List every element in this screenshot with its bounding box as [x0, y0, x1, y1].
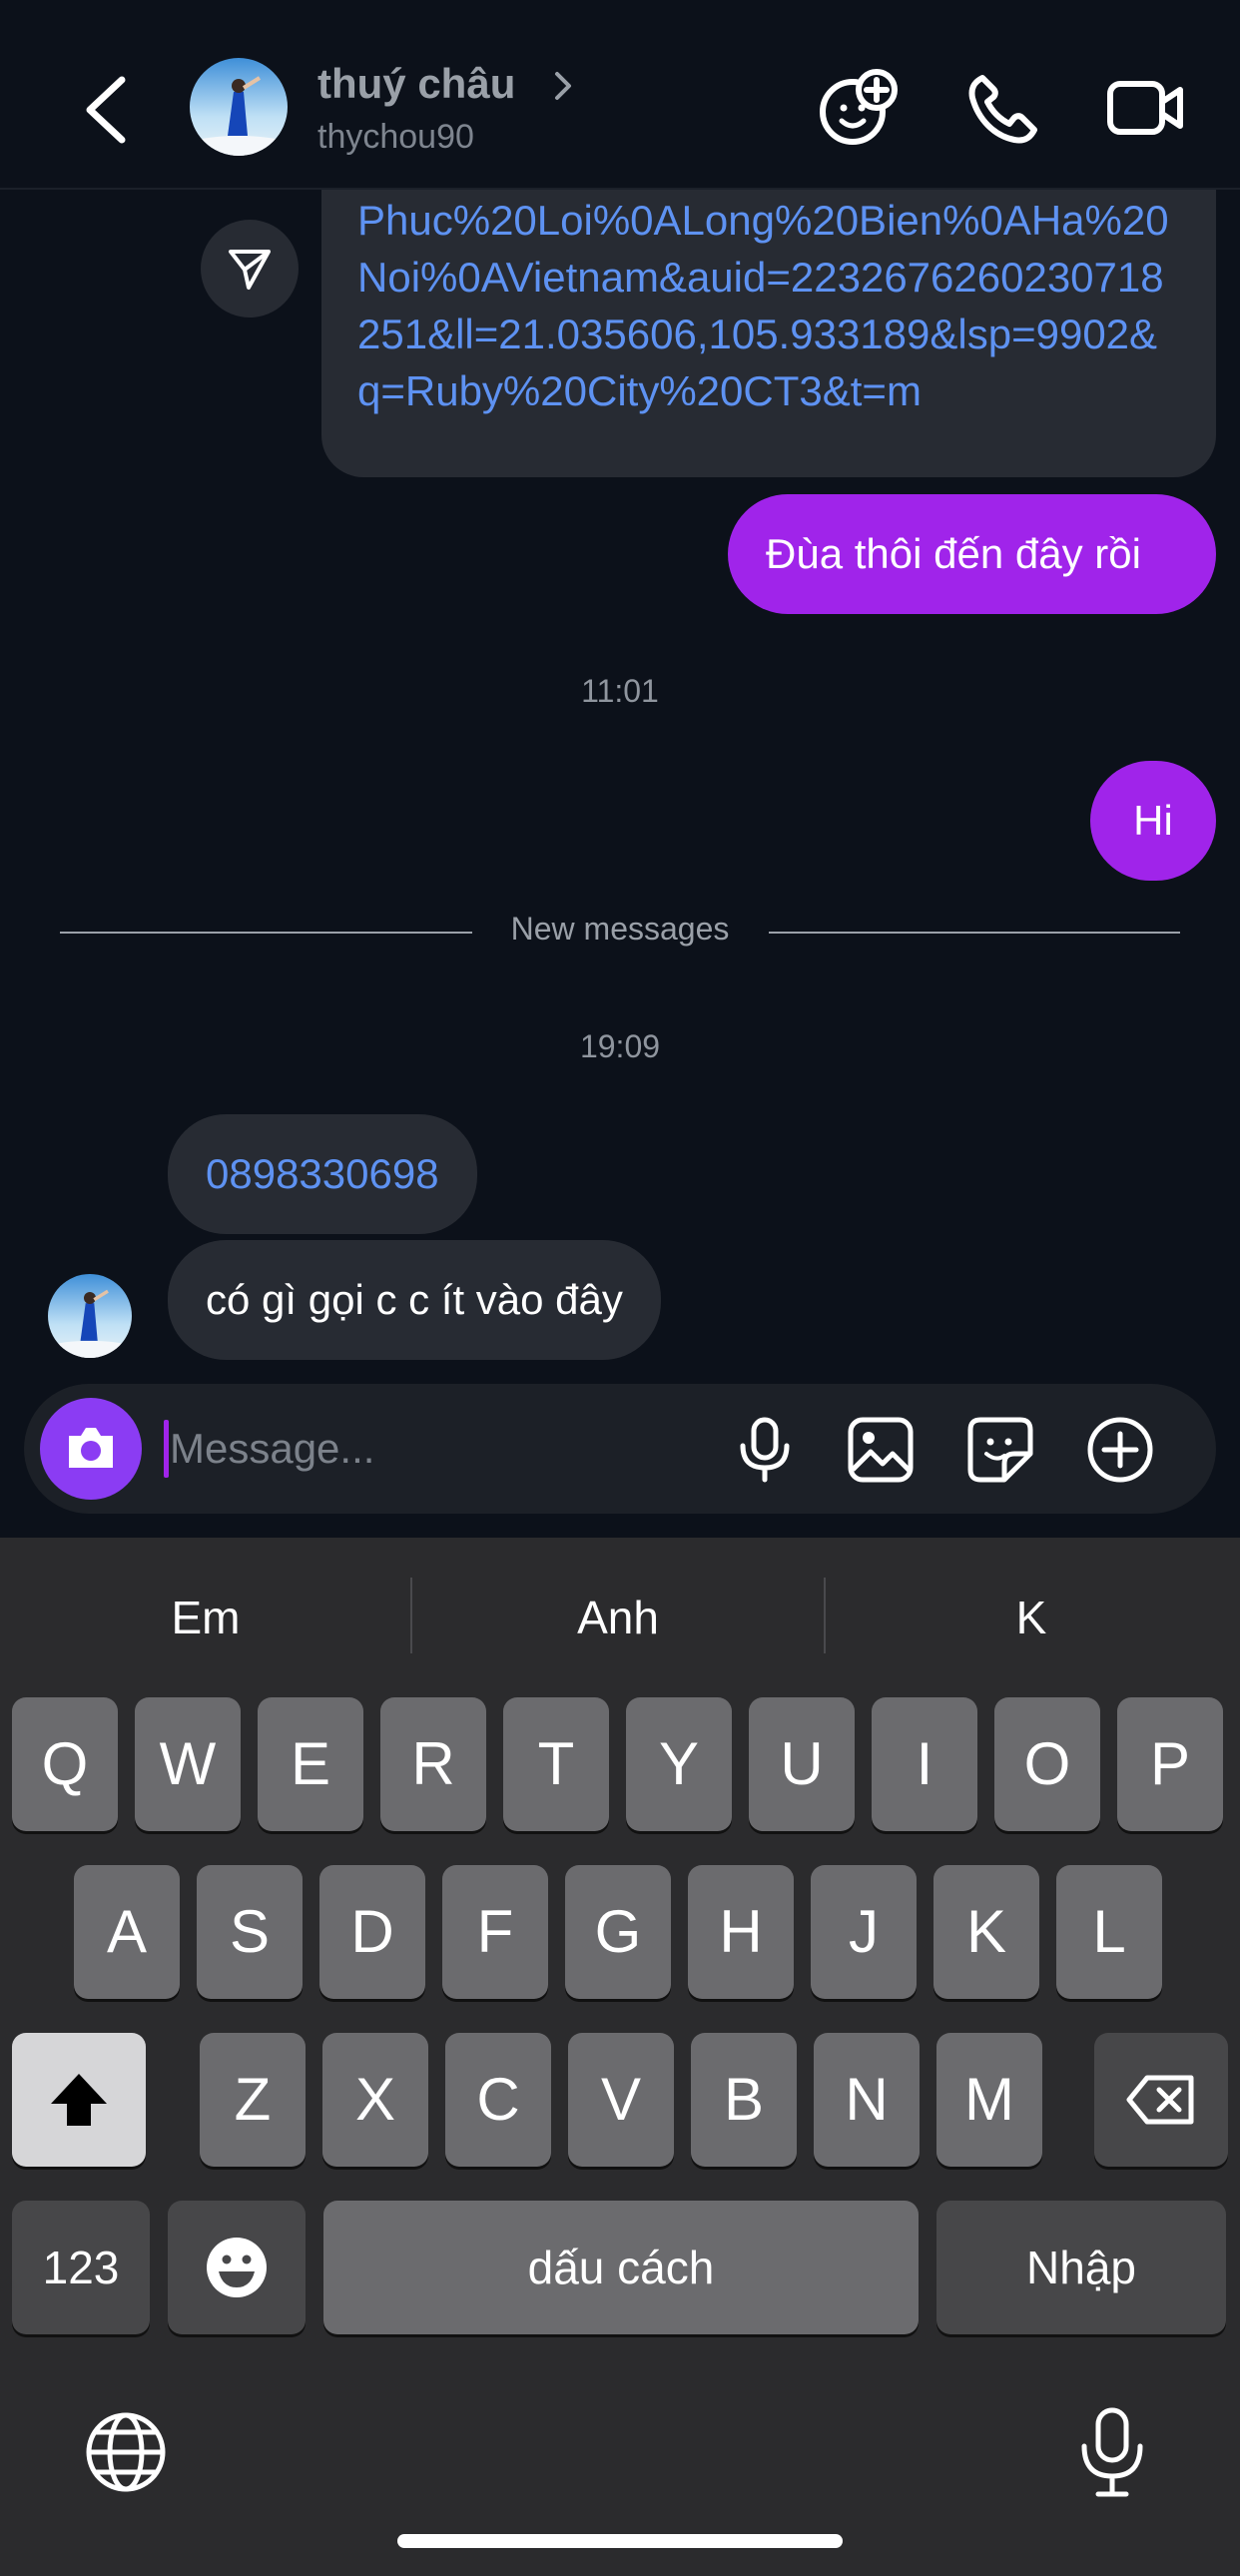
key-w[interactable]: W [135, 1697, 241, 1831]
keyboard: Em Anh K Q W E R T Y U I O P A S D F G H… [0, 1538, 1240, 2576]
key-j[interactable]: J [811, 1865, 917, 1999]
share-button[interactable] [201, 220, 299, 318]
back-icon[interactable] [78, 70, 134, 150]
key-i[interactable]: I [872, 1697, 977, 1831]
key-o[interactable]: O [994, 1697, 1100, 1831]
key-k[interactable]: K [933, 1865, 1039, 1999]
emoji-icon [207, 2238, 267, 2297]
camera-button[interactable] [40, 1398, 142, 1500]
add-circle-icon[interactable] [1084, 1414, 1156, 1486]
chat-header: thuý châu thychou90 [0, 0, 1240, 190]
outgoing-message[interactable]: Đùa thôi đến đây rồi [728, 494, 1216, 614]
key-f[interactable]: F [442, 1865, 548, 1999]
add-effect-icon[interactable] [817, 66, 901, 150]
key-l[interactable]: L [1056, 1865, 1162, 1999]
outgoing-message[interactable]: Hi [1090, 761, 1216, 881]
microphone-icon[interactable] [729, 1414, 801, 1486]
contact-avatar[interactable] [190, 58, 288, 156]
return-key[interactable]: Nhập [936, 2201, 1226, 2334]
message-link-text[interactable]: Phuc%20Loi%0ALong%20Bien%0AHa%20Noi%0AVi… [357, 192, 1180, 419]
incoming-phone-message[interactable]: 0898330698 [168, 1114, 477, 1234]
phone-call-icon[interactable] [960, 66, 1044, 150]
key-r[interactable]: R [380, 1697, 486, 1831]
key-x[interactable]: X [322, 2033, 428, 2167]
key-t[interactable]: T [503, 1697, 609, 1831]
send-icon [229, 250, 271, 290]
key-d[interactable]: D [319, 1865, 425, 1999]
camera-icon [69, 1428, 113, 1468]
key-v[interactable]: V [568, 2033, 674, 2167]
message-composer [24, 1384, 1216, 1514]
message-timestamp: 19:09 [579, 1028, 661, 1064]
key-a[interactable]: A [74, 1865, 180, 1999]
globe-icon[interactable] [84, 2410, 168, 2494]
contact-name[interactable]: thuý châu [317, 60, 515, 108]
key-z[interactable]: Z [200, 2033, 306, 2167]
key-c[interactable]: C [445, 2033, 551, 2167]
numbers-key[interactable]: 123 [12, 2201, 150, 2334]
home-indicator [397, 2534, 843, 2548]
shift-icon [51, 2074, 107, 2126]
shift-key[interactable] [12, 2033, 146, 2167]
video-call-icon[interactable] [1104, 66, 1188, 150]
sticker-icon[interactable] [964, 1414, 1036, 1486]
key-y[interactable]: Y [626, 1697, 732, 1831]
suggestion-3[interactable]: K [826, 1538, 1237, 1677]
suggestion-1[interactable]: Em [0, 1538, 411, 1677]
message-thread[interactable]: Phuc%20Loi%0ALong%20Bien%0AHa%20Noi%0AVi… [0, 190, 1240, 1378]
new-messages-label: New messages [510, 911, 730, 947]
space-key[interactable]: dấu cách [323, 2201, 919, 2334]
message-input[interactable] [170, 1414, 689, 1484]
key-p[interactable]: P [1117, 1697, 1223, 1831]
key-b[interactable]: B [691, 2033, 797, 2167]
key-u[interactable]: U [749, 1697, 855, 1831]
dictation-icon[interactable] [1074, 2404, 1150, 2500]
divider [769, 932, 1180, 934]
text-cursor [164, 1420, 169, 1478]
message-timestamp: 11:01 [581, 673, 659, 709]
emoji-key[interactable] [168, 2201, 306, 2334]
suggestion-2[interactable]: Anh [412, 1538, 824, 1677]
key-n[interactable]: N [814, 2033, 920, 2167]
gallery-icon[interactable] [845, 1414, 917, 1486]
delete-key[interactable] [1094, 2033, 1228, 2167]
key-m[interactable]: M [936, 2033, 1042, 2167]
key-q[interactable]: Q [12, 1697, 118, 1831]
key-g[interactable]: G [565, 1865, 671, 1999]
chevron-right-icon[interactable] [551, 68, 575, 104]
outgoing-link-message[interactable]: Phuc%20Loi%0ALong%20Bien%0AHa%20Noi%0AVi… [321, 190, 1216, 477]
key-e[interactable]: E [258, 1697, 363, 1831]
sender-avatar[interactable] [48, 1274, 132, 1358]
incoming-message[interactable]: có gì gọi c c ít vào đây [168, 1240, 661, 1360]
key-s[interactable]: S [197, 1865, 303, 1999]
key-h[interactable]: H [688, 1865, 794, 1999]
contact-username[interactable]: thychou90 [317, 118, 474, 157]
backspace-icon [1126, 2075, 1194, 2125]
